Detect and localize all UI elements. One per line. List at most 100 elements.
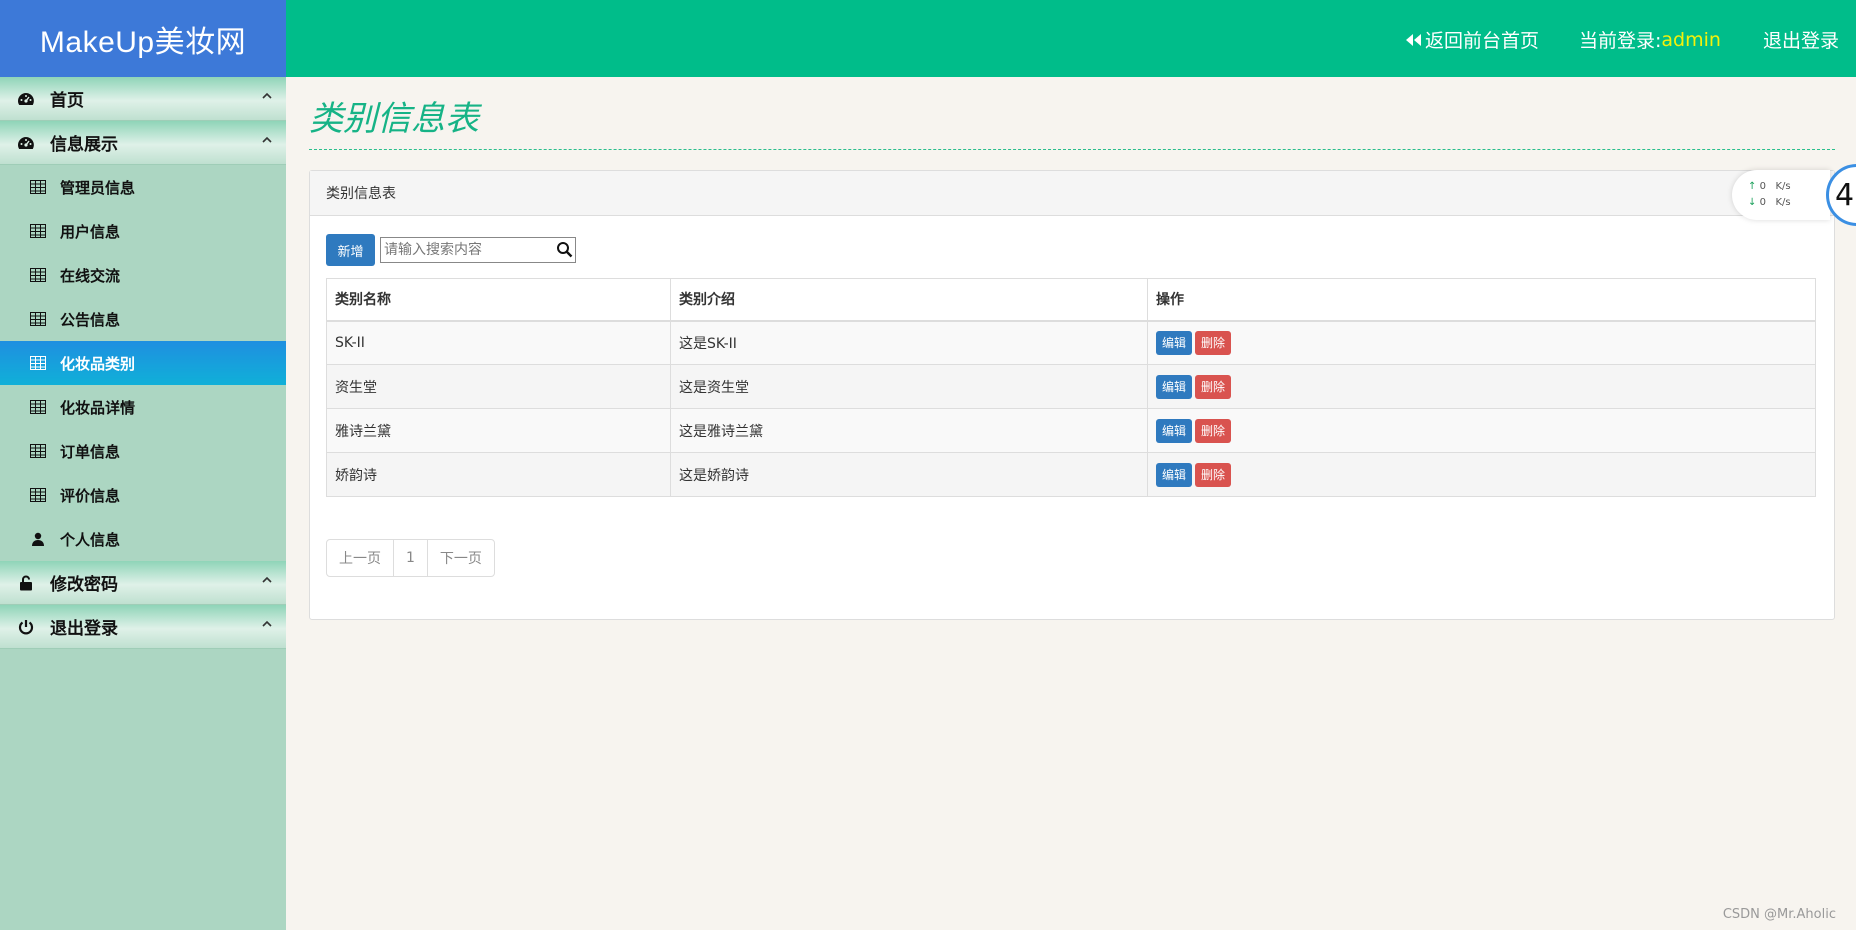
sidebar-item-online-chat[interactable]: 在线交流 bbox=[0, 253, 286, 297]
delete-button[interactable]: 删除 bbox=[1195, 462, 1232, 487]
category-table: 类别名称 类别介绍 操作 SK-II 这是SK-II 编辑 删除 资生堂 这是资生… bbox=[326, 278, 1816, 497]
category-intro-cell: 这是娇韵诗 bbox=[670, 452, 1148, 497]
power-icon bbox=[16, 617, 36, 637]
sidebar-group-info-display[interactable]: 信息展示 bbox=[0, 121, 286, 165]
brand-logo[interactable]: MakeUp美妆网 bbox=[0, 0, 286, 77]
category-name-cell: 资生堂 bbox=[326, 364, 671, 409]
edit-button[interactable]: 编辑 bbox=[1156, 418, 1193, 443]
watermark: CSDN @Mr.Aholic bbox=[1722, 907, 1836, 922]
actions-cell: 编辑 删除 bbox=[1147, 320, 1816, 365]
current-login-label: 当前登录: bbox=[1579, 30, 1662, 52]
table-icon bbox=[30, 180, 46, 194]
sidebar-item-user-info[interactable]: 用户信息 bbox=[0, 209, 286, 253]
actions-cell: 编辑 删除 bbox=[1147, 452, 1816, 497]
category-name-cell: 雅诗兰黛 bbox=[326, 408, 671, 453]
sidebar-item-cosmetic-details[interactable]: 化妆品详情 bbox=[0, 385, 286, 429]
fast-backward-icon bbox=[1406, 33, 1421, 46]
table-icon bbox=[30, 312, 46, 326]
delete-button[interactable]: 删除 bbox=[1195, 418, 1232, 443]
page-number-button[interactable]: 1 bbox=[394, 540, 428, 576]
delete-button[interactable]: 删除 bbox=[1195, 330, 1232, 355]
page-title: 类别信息表 bbox=[309, 99, 479, 139]
sidebar-group-change-password[interactable]: 修改密码 bbox=[0, 561, 286, 605]
sidebar-item-announcements[interactable]: 公告信息 bbox=[0, 297, 286, 341]
sidebar-item-label: 在线交流 bbox=[60, 266, 121, 285]
speed-unit: K/s bbox=[1775, 197, 1791, 208]
sidebar-item-label: 订单信息 bbox=[60, 442, 121, 461]
arrow-up-icon: ↑ bbox=[1748, 181, 1757, 192]
sidebar-item-label: 管理员信息 bbox=[60, 178, 136, 197]
panel-heading: 类别信息表 bbox=[310, 171, 1834, 216]
search-input[interactable] bbox=[381, 238, 551, 262]
sidebar-group-home[interactable]: 首页 bbox=[0, 77, 286, 121]
sidebar-item-reviews[interactable]: 评价信息 bbox=[0, 473, 286, 517]
sidebar-item-label: 评价信息 bbox=[60, 486, 121, 505]
table-row: 娇韵诗 这是娇韵诗 编辑 删除 bbox=[326, 452, 1816, 497]
upload-speed: ↑ 0 K/s bbox=[1748, 179, 1830, 195]
logout-label: 退出登录 bbox=[1763, 30, 1840, 52]
current-user-name: admin bbox=[1661, 28, 1721, 51]
table-icon bbox=[30, 224, 46, 238]
sidebar-item-label: 公告信息 bbox=[60, 310, 121, 329]
actions-cell: 编辑 删除 bbox=[1147, 364, 1816, 409]
prev-page-button[interactable]: 上一页 bbox=[327, 540, 394, 576]
category-intro-cell: 这是SK-II bbox=[670, 320, 1148, 365]
top-header: 返回前台首页 当前登录: admin 退出登录 bbox=[286, 0, 1856, 77]
search-icon[interactable] bbox=[556, 241, 573, 258]
category-intro-cell: 这是雅诗兰黛 bbox=[670, 408, 1148, 453]
current-login-info: 当前登录: admin bbox=[1579, 26, 1721, 53]
table-icon bbox=[30, 444, 46, 458]
table-icon bbox=[30, 400, 46, 414]
sidebar-item-cosmetic-category[interactable]: 化妆品类别 bbox=[0, 341, 286, 385]
speed-ring[interactable]: 40 bbox=[1826, 164, 1856, 226]
sidebar: MakeUp美妆网 首页 信息展示 管理员信息 用户信息 在线交流 公告信息 化… bbox=[0, 0, 286, 930]
search-box bbox=[380, 237, 576, 263]
dashboard-icon bbox=[16, 89, 36, 109]
delete-button[interactable]: 删除 bbox=[1195, 374, 1232, 399]
upload-value: 0 bbox=[1759, 181, 1766, 192]
edit-button[interactable]: 编辑 bbox=[1156, 330, 1193, 355]
edit-button[interactable]: 编辑 bbox=[1156, 462, 1193, 487]
sidebar-item-admin-info[interactable]: 管理员信息 bbox=[0, 165, 286, 209]
sidebar-item-label: 个人信息 bbox=[60, 530, 121, 549]
sidebar-item-profile[interactable]: 个人信息 bbox=[0, 517, 286, 561]
dashboard-icon bbox=[16, 133, 36, 153]
chevron-up-icon bbox=[262, 136, 272, 143]
panel-title: 类别信息表 bbox=[326, 186, 396, 202]
logout-link[interactable]: 退出登录 bbox=[1763, 26, 1839, 53]
table-icon bbox=[30, 488, 46, 502]
next-page-button[interactable]: 下一页 bbox=[428, 540, 494, 576]
back-home-link[interactable]: 返回前台首页 bbox=[1404, 26, 1539, 53]
category-intro-cell: 这是资生堂 bbox=[670, 364, 1148, 409]
toolbar: 新增 bbox=[326, 234, 576, 266]
add-button[interactable]: 新增 bbox=[326, 234, 375, 266]
network-speed-widget[interactable]: ↑ 0 K/s ↓ 0 K/s bbox=[1732, 170, 1830, 220]
pagination: 上一页 1 下一页 bbox=[326, 539, 495, 577]
main-content: 类别信息表 类别信息表 新增 类别名称 类别介绍 操作 SK-II bbox=[309, 77, 1835, 620]
sidebar-group-label: 退出登录 bbox=[50, 619, 118, 639]
actions-cell: 编辑 删除 bbox=[1147, 408, 1816, 453]
category-name-cell: SK-II bbox=[326, 320, 671, 365]
back-home-label: 返回前台首页 bbox=[1425, 30, 1540, 52]
arrow-down-icon: ↓ bbox=[1748, 197, 1757, 208]
column-header: 类别介绍 bbox=[670, 278, 1148, 322]
column-header: 类别名称 bbox=[326, 278, 671, 322]
chevron-up-icon bbox=[262, 92, 272, 99]
chevron-up-icon bbox=[262, 620, 272, 627]
sidebar-group-label: 信息展示 bbox=[50, 135, 118, 155]
table-icon bbox=[30, 268, 46, 282]
sidebar-item-orders[interactable]: 订单信息 bbox=[0, 429, 286, 473]
sidebar-group-logout[interactable]: 退出登录 bbox=[0, 605, 286, 649]
table-row: SK-II 这是SK-II 编辑 删除 bbox=[326, 320, 1816, 365]
speed-unit: K/s bbox=[1775, 181, 1791, 192]
title-divider bbox=[309, 149, 1835, 150]
edit-button[interactable]: 编辑 bbox=[1156, 374, 1193, 399]
table-row: 雅诗兰黛 这是雅诗兰黛 编辑 删除 bbox=[326, 408, 1816, 453]
speed-ring-number: 40 bbox=[1826, 164, 1856, 226]
chevron-up-icon bbox=[262, 576, 272, 583]
category-panel: 类别信息表 新增 类别名称 类别介绍 操作 SK-II 这是SK-II bbox=[309, 170, 1835, 620]
category-name-cell: 娇韵诗 bbox=[326, 452, 671, 497]
table-row: 资生堂 这是资生堂 编辑 删除 bbox=[326, 364, 1816, 409]
column-header: 操作 bbox=[1147, 278, 1816, 322]
unlock-icon bbox=[16, 573, 36, 593]
